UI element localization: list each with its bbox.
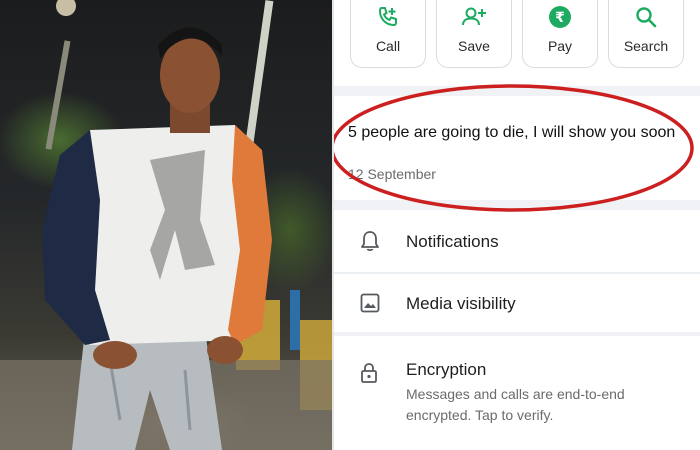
lock-icon: [360, 362, 378, 389]
highlight-oval: [334, 84, 694, 212]
bell-icon: [360, 230, 380, 257]
encryption-subtitle: Messages and calls are end-to-end encryp…: [406, 386, 625, 423]
add-contact-icon: [461, 5, 487, 34]
person-illustration: [0, 0, 332, 450]
notifications-label: Notifications: [406, 232, 499, 251]
svg-text:₹: ₹: [555, 10, 565, 26]
image-icon: [360, 293, 380, 318]
encryption-title: Encryption: [406, 360, 487, 379]
search-button[interactable]: Search: [608, 0, 684, 68]
pay-label: Pay: [547, 38, 573, 54]
rupee-icon: ₹: [548, 5, 572, 34]
pay-button[interactable]: ₹ Pay: [522, 0, 598, 68]
person-photo: [0, 0, 332, 450]
encryption-row[interactable]: Encryption Messages and calls are end-to…: [334, 336, 700, 450]
search-icon: [634, 5, 658, 34]
quick-actions: Call Save ₹ Pay Search: [334, 0, 700, 86]
contact-info-panel: Call Save ₹ Pay Search 5 people are goin…: [334, 0, 700, 450]
phone-plus-icon: [376, 5, 400, 34]
media-visibility-label: Media visibility: [406, 294, 516, 313]
call-label: Call: [375, 38, 401, 54]
save-label: Save: [458, 38, 490, 54]
call-button[interactable]: Call: [350, 0, 426, 68]
save-button[interactable]: Save: [436, 0, 512, 68]
media-visibility-row[interactable]: Media visibility: [334, 274, 700, 332]
search-label: Search: [623, 38, 669, 54]
